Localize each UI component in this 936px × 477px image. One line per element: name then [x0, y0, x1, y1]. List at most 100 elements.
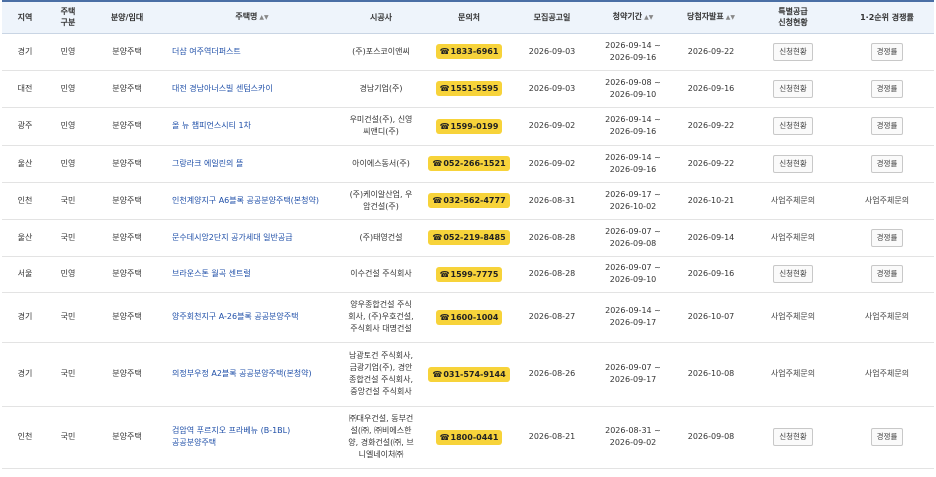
cell-special-supply: 사업주체문의	[746, 182, 840, 220]
cell-period: 2026-09-08 ~ 2026-09-10	[590, 70, 676, 108]
phone-badge[interactable]: ☎1599-0199	[435, 118, 503, 134]
header-sale-lease: 분양/임대	[88, 0, 166, 34]
housing-name-link[interactable]: 문수데시앙2단지 공가세대 일반공급	[172, 233, 293, 242]
cell-special-supply: 신청현황	[746, 70, 840, 108]
phone-number: 032-562-4777	[443, 196, 506, 205]
cell-period: 2026-09-07 ~ 2026-09-10	[590, 256, 676, 293]
housing-name-link[interactable]: 올 뉴 챔피언스시티 1차	[172, 121, 251, 130]
competition-rate-button[interactable]: 경쟁률	[870, 154, 904, 173]
housing-name-link[interactable]: 그랑라크 에일린의 뜰	[172, 159, 243, 168]
phone-icon: ☎	[439, 47, 450, 56]
cell-contact: ☎1600-1004	[424, 292, 514, 343]
housing-name-link[interactable]: 양주회천지구 A-26블록 공공분양주택	[172, 312, 299, 321]
cell-sale-lease: 분양주택	[88, 219, 166, 257]
housing-name-link[interactable]: 검암역 푸르지오 프라베뉴 (B-1BL) 공공분양주택	[172, 426, 290, 447]
housing-name-link[interactable]: 인천계양지구 A6블록 공공분양주택(본청약)	[172, 196, 319, 205]
cell-name: 그랑라크 에일린의 뜰	[166, 145, 338, 183]
cell-housing-type: 민영	[48, 145, 88, 183]
inquiry-text: 사업주체문의	[770, 312, 816, 321]
cell-period: 2026-09-07 ~ 2026-09-08	[590, 219, 676, 257]
cell-competition: 경쟁률	[840, 33, 934, 71]
phone-number: 1833-6961	[450, 47, 499, 56]
cell-winner-date: 2026-09-22	[676, 107, 746, 146]
cell-builder: 우미건설(주), 신영 씨앤디(주)	[338, 107, 424, 146]
table-row: 울산 민영 분양주택 그랑라크 에일린의 뜰 아이에스동서(주) ☎052-266-152…	[2, 145, 934, 183]
cell-contact: ☎031-574-9144	[424, 342, 514, 407]
cell-special-supply: 신청현황	[746, 107, 840, 146]
cell-sale-lease: 분양주택	[88, 107, 166, 146]
inquiry-text: 사업주체문의	[864, 369, 910, 378]
application-status-button[interactable]: 신청현황	[773, 154, 813, 173]
cell-builder: 양우종합건설 주식 회사, (주)우호건설, 주식회사 대명건설	[338, 292, 424, 343]
housing-name-link[interactable]: 의정부우정 A2블록 공공분양주택(본청약)	[172, 369, 312, 378]
cell-builder: (주)태영건설	[338, 219, 424, 257]
cell-region: 대전	[2, 70, 48, 108]
phone-badge[interactable]: ☎052-266-1521	[428, 156, 510, 171]
cell-builder: 이수건설 주식회사	[338, 256, 424, 293]
cell-region: 울산	[2, 145, 48, 183]
phone-badge[interactable]: ☎1600-1004	[435, 309, 503, 325]
header-period[interactable]: 청약기간 ▲▼	[590, 0, 676, 34]
sort-icon[interactable]: ▲▼	[259, 14, 268, 21]
competition-rate-button[interactable]: 경쟁률	[870, 228, 904, 247]
phone-badge[interactable]: ☎1800-0441	[435, 429, 503, 445]
cell-winner-date: 2026-09-16	[676, 256, 746, 293]
cell-builder: (주)포스코이앤씨	[338, 33, 424, 71]
cell-competition: 경쟁률	[840, 145, 934, 183]
competition-rate-button[interactable]: 경쟁률	[870, 42, 904, 61]
cell-name: 올 뉴 챔피언스시티 1차	[166, 107, 338, 146]
cell-region: 경기	[2, 342, 48, 407]
housing-name-link[interactable]: 브라운스톤 월곡 센트럴	[172, 269, 251, 278]
application-status-button[interactable]: 신청현황	[773, 42, 813, 61]
header-name[interactable]: 주택명 ▲▼	[166, 0, 338, 34]
application-status-button[interactable]: 신청현황	[773, 79, 813, 98]
inquiry-text: 사업주체문의	[770, 195, 816, 205]
housing-name-link[interactable]: 대전 경남아너스빌 센텀스카이	[172, 84, 273, 93]
cell-special-supply: 사업주체문의	[746, 342, 840, 407]
cell-competition: 경쟁률	[840, 219, 934, 257]
competition-rate-button[interactable]: 경쟁률	[870, 265, 904, 283]
competition-rate-button[interactable]: 경쟁률	[870, 428, 904, 446]
sort-icon[interactable]: ▲▼	[644, 14, 653, 21]
phone-number: 052-266-1521	[443, 159, 506, 168]
cell-name: 더샵 여주역더퍼스트	[166, 33, 338, 71]
cell-sale-lease: 분양주택	[88, 406, 166, 469]
cell-housing-type: 국민	[48, 292, 88, 343]
phone-badge[interactable]: ☎1551-5595	[435, 81, 503, 96]
competition-rate-button[interactable]: 경쟁률	[870, 117, 904, 135]
cell-region: 광주	[2, 107, 48, 146]
cell-contact: ☎1800-0441	[424, 406, 514, 469]
phone-badge[interactable]: ☎052-219-8485	[428, 230, 510, 245]
cell-name: 양주회천지구 A-26블록 공공분양주택	[166, 292, 338, 343]
cell-winner-date: 2026-10-07	[676, 292, 746, 343]
cell-sale-lease: 분양주택	[88, 33, 166, 71]
cell-competition: 사업주체문의	[840, 182, 934, 220]
phone-icon: ☎	[439, 432, 450, 442]
phone-number: 1600-1004	[450, 312, 499, 322]
housing-name-link[interactable]: 더샵 여주역더퍼스트	[172, 47, 241, 56]
cell-name: 검암역 푸르지오 프라베뉴 (B-1BL) 공공분양주택	[166, 406, 338, 469]
application-status-button[interactable]: 신청현황	[773, 428, 813, 446]
sort-icon[interactable]: ▲▼	[726, 14, 735, 21]
application-status-button[interactable]: 신청현황	[773, 117, 813, 135]
application-status-button[interactable]: 신청현황	[773, 265, 813, 283]
cell-name: 문수데시앙2단지 공가세대 일반공급	[166, 219, 338, 257]
phone-badge[interactable]: ☎031-574-9144	[428, 366, 510, 382]
phone-icon: ☎	[439, 84, 450, 93]
cell-housing-type: 민영	[48, 256, 88, 293]
cell-notice-date: 2026-08-27	[514, 292, 590, 343]
phone-badge[interactable]: ☎1599-7775	[435, 266, 503, 282]
header-winner-date[interactable]: 당첨자발표 ▲▼	[676, 0, 746, 34]
cell-region: 울산	[2, 219, 48, 257]
phone-icon: ☎	[439, 312, 450, 322]
cell-sale-lease: 분양주택	[88, 256, 166, 293]
cell-period: 2026-08-31 ~ 2026-09-02	[590, 406, 676, 469]
header-notice-date: 모집공고일	[514, 0, 590, 34]
phone-badge[interactable]: ☎032-562-4777	[428, 193, 510, 208]
cell-notice-date: 2026-08-21	[514, 406, 590, 469]
competition-rate-button[interactable]: 경쟁률	[870, 79, 904, 98]
phone-icon: ☎	[439, 269, 450, 279]
phone-badge[interactable]: ☎1833-6961	[435, 44, 503, 59]
cell-region: 경기	[2, 292, 48, 343]
cell-winner-date: 2026-09-14	[676, 219, 746, 257]
